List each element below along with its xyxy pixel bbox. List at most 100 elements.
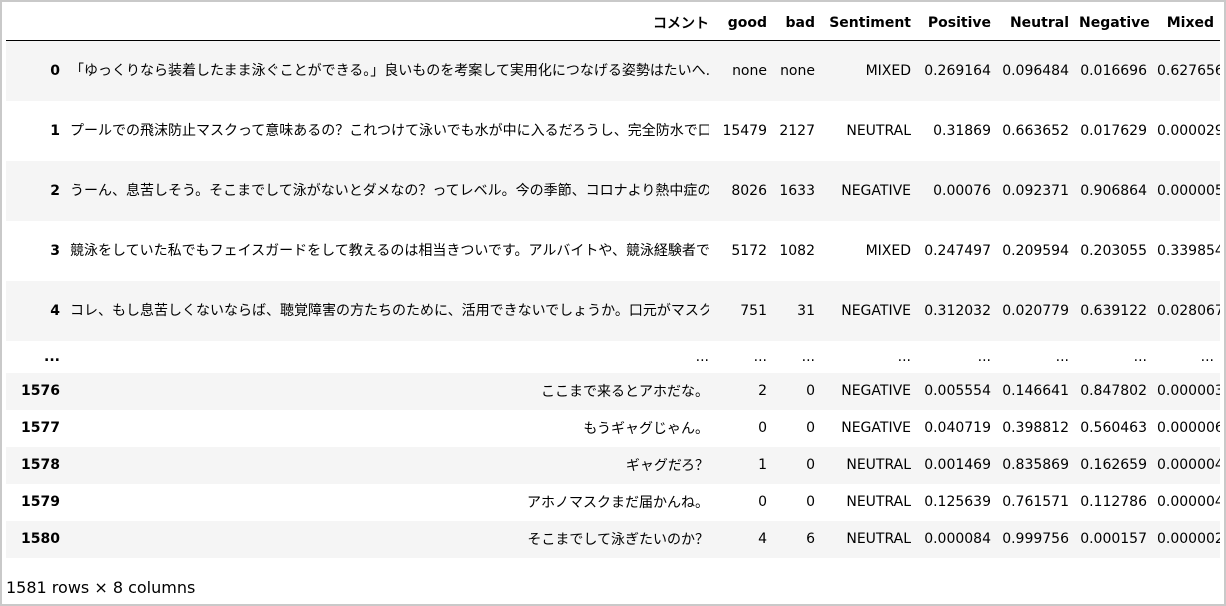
table-row: 0 「ゆっくりなら装着したまま泳ぐことができる。」良いものを考案して実用化につな… [6,40,1220,101]
cell-comment: うーん、息苦しそう。そこまでして泳がないとダメなの？ってレベル。今の季節、コロナ… [66,161,715,221]
row-index: 1580 [21,531,60,547]
cell-good: 5172 [731,242,767,259]
cell-comment: ギャグだろ？ [625,458,709,474]
cell-negative: 0.000157 [1080,531,1147,547]
cell-sentiment: MIXED [865,242,911,259]
cell-sentiment: NEGATIVE [841,302,911,319]
cell-mixed: 0.000002 [1157,531,1220,547]
cell-mixed: 0.000003 [1157,383,1220,399]
column-header-positive: Positive [917,6,997,41]
cell-bad: 0 [806,420,815,436]
cell-neutral: 0.092371 [1002,182,1069,199]
row-index: 0 [50,62,60,79]
cell-mixed: 0.627656 [1157,62,1220,79]
header-row: コメント good bad Sentiment Positive Neutral… [6,6,1220,41]
comment-text: 「ゆっくりなら装着したまま泳ぐことができる。」良いものを考案して実用化につなげる… [70,62,709,79]
comment-text: プールでの飛沫防止マスクって意味あるの？これつけて泳いでも水が中に入るだろうし、… [70,122,709,139]
cell-comment: コレ、もし息苦しくないならば、聴覚障害の方たちのために、活用できないでしょうか。… [66,281,715,341]
cell-neutral: 0.209594 [1002,242,1069,259]
row-index: 2 [50,182,60,199]
column-header-comment: コメント [66,6,715,41]
table-row: 4 コレ、もし息苦しくないならば、聴覚障害の方たちのために、活用できないでしょう… [6,280,1220,341]
cell-comment: 「ゆっくりなら装着したまま泳ぐことができる。」良いものを考案して実用化につなげる… [66,41,715,101]
cell-sentiment: NEUTRAL [846,531,911,547]
cell-comment: もうギャグじゃん。 [583,421,709,437]
cell-positive: 0.040719 [924,420,991,436]
table-row: 1 プールでの飛沫防止マスクって意味あるの？これつけて泳いでも水が中に入るだろう… [6,101,1220,161]
cell-bad: 0 [806,494,815,510]
cell-bad: 1633 [779,182,815,199]
cell-negative: 0.560463 [1080,420,1147,436]
cell-good: 15479 [722,122,767,139]
cell-sentiment: NEGATIVE [841,420,911,436]
dataframe-shape-text: 1581 rows × 8 columns [6,578,196,597]
cell-good: 4 [758,531,767,547]
column-header-negative: Negative [1075,6,1153,41]
cell-comment: 競泳をしていた私でもフェイスガードをして教えるのは相当きついです。アルバイトや、… [66,221,715,281]
cell-mixed: 0.000006 [1157,420,1220,436]
column-header-mixed: Mixed [1153,6,1220,41]
cell-neutral: 0.761571 [1002,494,1069,510]
cell-neutral: 0.146641 [1002,383,1069,399]
table-row: 1578 ギャグだろ？ 1 0 NEUTRAL 0.001469 0.83586… [6,446,1220,484]
cell-positive: 0.000084 [924,531,991,547]
cell-bad: 31 [797,302,815,319]
table-row: 1580 そこまでして泳ぎたいのか？ 4 6 NEUTRAL 0.000084 … [6,520,1220,558]
cell-comment: ここまで来るとアホだな。 [541,384,709,400]
cell-positive: 0.269164 [924,62,991,79]
cell-mixed: 0.000004 [1157,457,1220,473]
cell-negative: ... [1133,348,1147,365]
cell-sentiment: ... [897,348,911,365]
cell-good: 2 [758,383,767,399]
row-index: 4 [50,302,60,319]
cell-comment: そこまでして泳ぎたいのか？ [527,532,709,548]
cell-comment: ... [695,348,709,365]
cell-negative: 0.847802 [1080,383,1147,399]
cell-bad: 6 [806,531,815,547]
row-index: ... [44,348,60,365]
dataframe-output: コメント good bad Sentiment Positive Neutral… [0,0,1226,606]
cell-good: 751 [740,302,767,319]
cell-mixed: 0.028067 [1157,302,1220,319]
column-header-neutral: Neutral [997,6,1075,41]
row-index: 3 [50,242,60,259]
column-header-index [6,6,66,41]
cell-good: 8026 [731,182,767,199]
cell-bad: 0 [806,457,815,473]
cell-negative: 0.016696 [1080,62,1147,79]
cell-neutral: 0.096484 [1002,62,1069,79]
comment-text: 競泳をしていた私でもフェイスガードをして教えるのは相当きついです。アルバイトや、… [70,242,709,259]
cell-bad: 2127 [779,122,815,139]
cell-sentiment: NEUTRAL [846,457,911,473]
column-header-sentiment: Sentiment [821,6,917,41]
cell-positive: 0.00076 [933,182,991,199]
cell-sentiment: NEUTRAL [846,122,911,139]
table-row: 1576 ここまで来るとアホだな。 2 0 NEGATIVE 0.005554 … [6,372,1220,410]
table-row: 2 うーん、息苦しそう。そこまでして泳がないとダメなの？ってレベル。今の季節、コ… [6,160,1220,221]
cell-good: 0 [758,494,767,510]
cell-good: 0 [758,420,767,436]
cell-negative: 0.639122 [1080,302,1147,319]
row-index: 1577 [21,420,60,436]
cell-sentiment: MIXED [865,62,911,79]
cell-good: none [732,62,767,79]
comment-text: うーん、息苦しそう。そこまでして泳がないとダメなの？ってレベル。今の季節、コロナ… [70,182,709,199]
cell-sentiment: NEGATIVE [841,182,911,199]
cell-sentiment: NEUTRAL [846,494,911,510]
cell-mixed: 0.000005 [1157,182,1220,199]
cell-mixed: 0.000004 [1157,494,1220,510]
cell-positive: 0.125639 [924,494,991,510]
column-header-good: good [715,6,773,41]
cell-good: ... [753,348,767,365]
cell-positive: 0.31869 [933,122,991,139]
cell-mixed: ... [1200,348,1214,365]
cell-negative: 0.203055 [1080,242,1147,259]
cell-neutral: 0.020779 [1002,302,1069,319]
cell-negative: 0.162659 [1080,457,1147,473]
cell-bad: 1082 [779,242,815,259]
table-row: 3 競泳をしていた私でもフェイスガードをして教えるのは相当きついです。アルバイト… [6,221,1220,281]
cell-positive: 0.247497 [924,242,991,259]
cell-negative: 0.017629 [1080,122,1147,139]
cell-bad: 0 [806,383,815,399]
cell-neutral: 0.999756 [1002,531,1069,547]
